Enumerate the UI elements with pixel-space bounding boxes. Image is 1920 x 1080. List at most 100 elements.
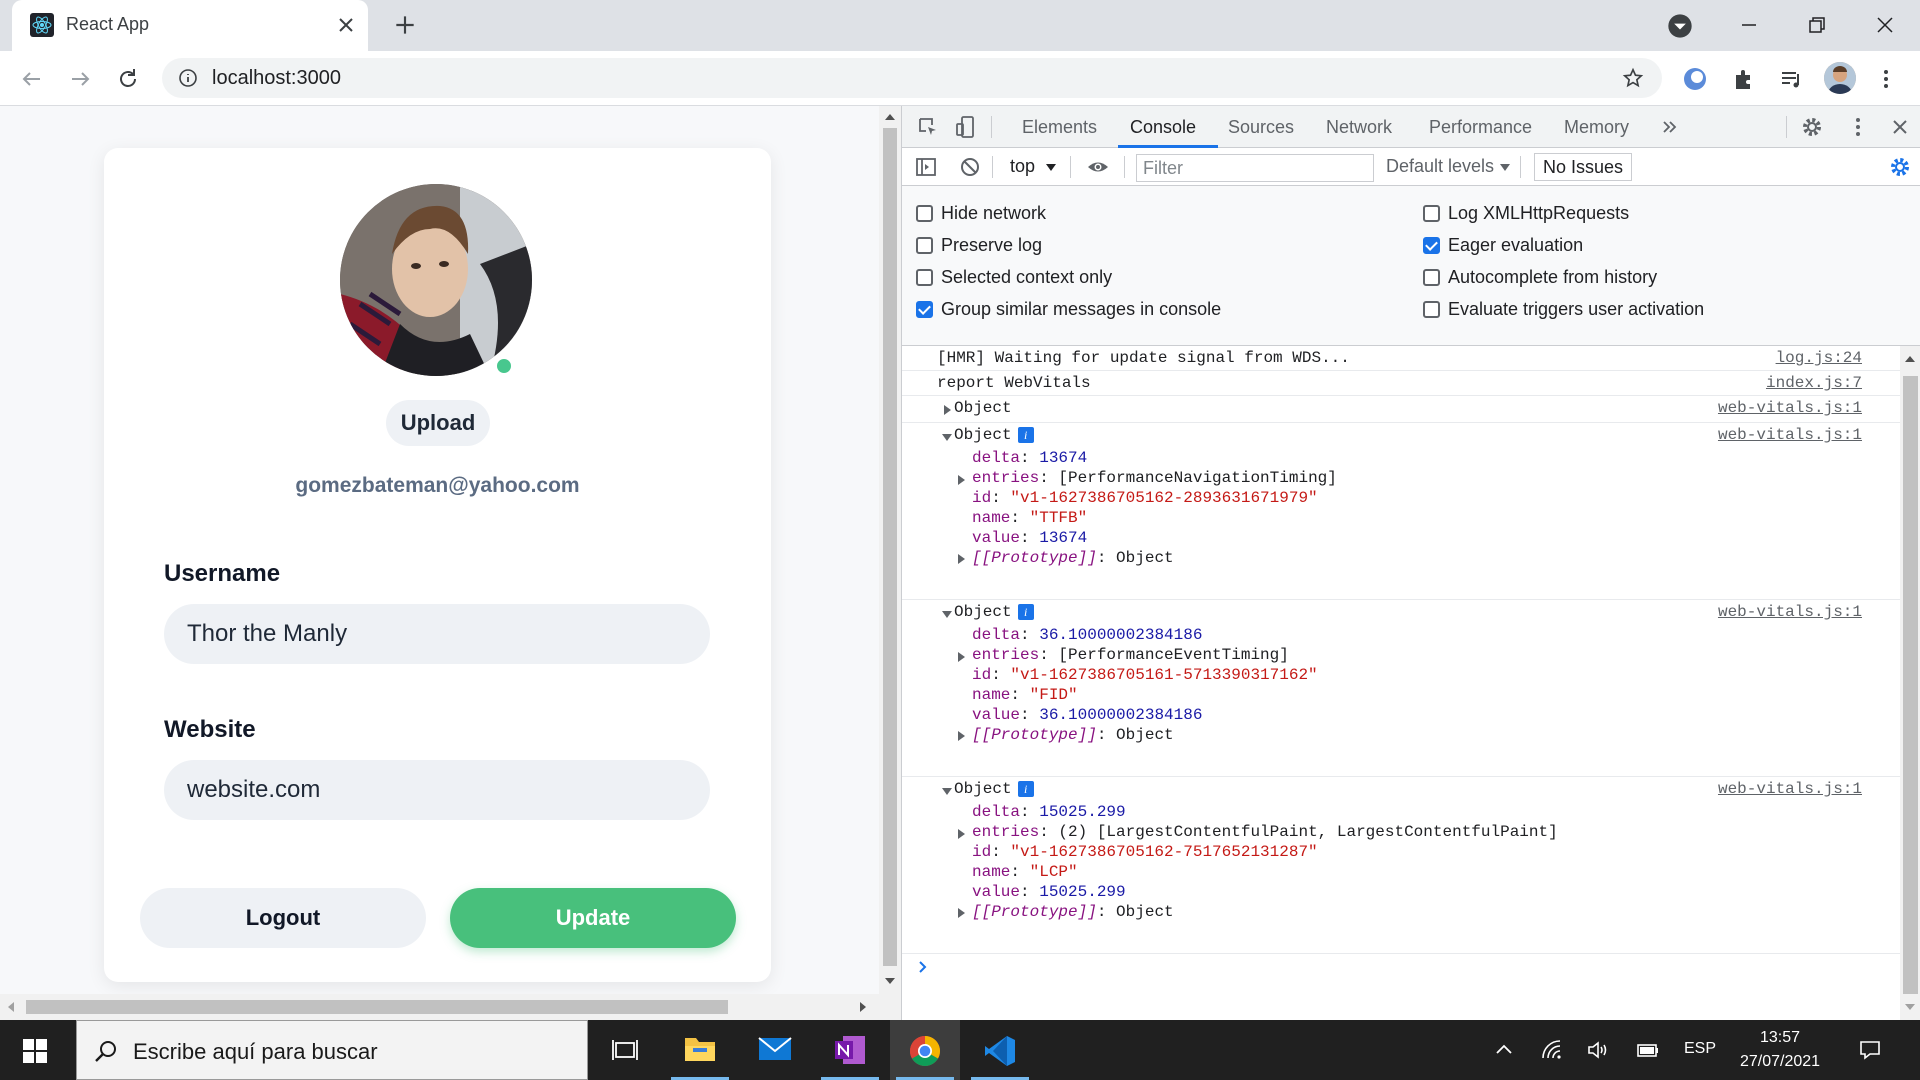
vscode-button[interactable] — [965, 1020, 1035, 1080]
network-wifi-icon[interactable] — [1540, 1038, 1564, 1062]
onenote-button[interactable] — [815, 1020, 885, 1080]
source-link[interactable]: web-vitals.js:1 — [1718, 426, 1862, 444]
bookmark-star-icon[interactable] — [1622, 67, 1644, 89]
prop-prototype[interactable]: [[Prototype]]: Object — [972, 903, 1174, 921]
expand-triangle-icon[interactable] — [958, 829, 965, 839]
live-expression-eye-icon[interactable] — [1086, 155, 1110, 179]
logout-button[interactable]: Logout — [140, 888, 426, 948]
scroll-up-arrow-icon[interactable] — [1905, 356, 1915, 362]
prop-prototype[interactable]: [[Prototype]]: Object — [972, 726, 1174, 744]
context-selector[interactable]: top — [1010, 156, 1035, 177]
tab-performance[interactable]: Performance — [1429, 117, 1532, 138]
collapse-triangle-icon[interactable] — [942, 788, 952, 795]
page-vertical-scrollbar[interactable] — [879, 106, 901, 1020]
tab-sources[interactable]: Sources — [1228, 117, 1294, 138]
close-devtools-icon[interactable] — [1888, 115, 1912, 139]
source-link[interactable]: web-vitals.js:1 — [1718, 399, 1862, 417]
checkbox-checked[interactable] — [916, 301, 933, 318]
expand-triangle-icon[interactable] — [958, 908, 965, 918]
console-filter-input[interactable]: Filter — [1136, 154, 1374, 182]
collapse-triangle-icon[interactable] — [942, 611, 952, 618]
reload-icon[interactable] — [114, 65, 142, 93]
scroll-left-arrow-icon[interactable] — [8, 1002, 14, 1012]
checkbox[interactable] — [1423, 269, 1440, 286]
tab-elements[interactable]: Elements — [1022, 117, 1097, 138]
info-icon[interactable] — [178, 68, 198, 88]
new-tab-icon[interactable] — [392, 12, 418, 38]
prop-entries[interactable]: entries: [PerformanceEventTiming] — [972, 646, 1289, 664]
devtools-settings-gear-icon[interactable] — [1800, 115, 1824, 139]
console-prompt[interactable] — [916, 954, 1896, 980]
source-link[interactable]: index.js:7 — [1766, 374, 1862, 392]
tab-network[interactable]: Network — [1326, 117, 1392, 138]
tab-search-icon[interactable] — [1666, 12, 1694, 40]
battery-icon[interactable] — [1636, 1038, 1660, 1062]
upload-button[interactable]: Upload — [386, 400, 490, 446]
prop-entries[interactable]: entries: [PerformanceNavigationTiming] — [972, 469, 1337, 487]
scroll-up-arrow-icon[interactable] — [885, 114, 895, 120]
file-explorer-button[interactable] — [665, 1020, 735, 1080]
input-language[interactable]: ESP — [1684, 1040, 1716, 1058]
info-badge-icon[interactable]: i — [1017, 780, 1034, 797]
clear-console-icon[interactable] — [958, 155, 982, 179]
console-object-collapsed[interactable]: Object web-vitals.js:1 — [902, 396, 1900, 423]
username-input[interactable]: Thor the Manly — [164, 604, 710, 664]
scrollbar-thumb[interactable] — [26, 1000, 728, 1014]
context-dropdown-icon[interactable] — [1046, 164, 1056, 171]
system-clock[interactable]: 13:57 27/07/2021 — [1720, 1026, 1840, 1074]
taskbar-search-box[interactable]: Escribe aquí para buscar — [76, 1020, 588, 1080]
sidebar-toggle-icon[interactable] — [914, 155, 938, 179]
chrome-menu-icon[interactable] — [1872, 65, 1900, 93]
media-control-icon[interactable] — [1778, 65, 1806, 93]
scrollbar-thumb[interactable] — [1903, 376, 1918, 994]
extensions-puzzle-icon[interactable] — [1730, 65, 1758, 93]
checkbox-checked[interactable] — [1423, 237, 1440, 254]
extension-circle-icon[interactable] — [1681, 65, 1709, 93]
console-settings-gear-icon[interactable] — [1888, 155, 1912, 179]
levels-dropdown-icon[interactable] — [1500, 164, 1510, 171]
expand-triangle-icon[interactable] — [944, 405, 951, 415]
prop-entries[interactable]: entries: (2) [LargestContentfulPaint, La… — [972, 823, 1558, 841]
info-badge-icon[interactable]: i — [1017, 426, 1034, 443]
inspect-element-icon[interactable] — [916, 115, 940, 139]
log-levels-dropdown[interactable]: Default levels — [1386, 156, 1494, 177]
back-icon[interactable] — [18, 65, 46, 93]
task-view-button[interactable] — [590, 1020, 660, 1080]
scroll-down-arrow-icon[interactable] — [885, 978, 895, 984]
profile-avatar[interactable] — [1824, 62, 1856, 94]
info-badge-icon[interactable]: i — [1017, 603, 1034, 620]
mail-button[interactable] — [740, 1020, 810, 1080]
tab-console[interactable]: Console — [1130, 117, 1196, 138]
collapse-triangle-icon[interactable] — [942, 434, 952, 441]
update-button[interactable]: Update — [450, 888, 736, 948]
windows-start-icon[interactable] — [22, 1038, 48, 1064]
action-center-icon[interactable] — [1858, 1038, 1882, 1062]
source-link[interactable]: web-vitals.js:1 — [1718, 780, 1862, 798]
minimize-icon[interactable] — [1734, 10, 1764, 40]
prop-prototype[interactable]: [[Prototype]]: Object — [972, 549, 1174, 567]
close-tab-icon[interactable] — [334, 13, 358, 37]
checkbox[interactable] — [916, 205, 933, 222]
source-link[interactable]: web-vitals.js:1 — [1718, 603, 1862, 621]
expand-triangle-icon[interactable] — [958, 475, 965, 485]
checkbox[interactable] — [1423, 205, 1440, 222]
checkbox[interactable] — [916, 237, 933, 254]
show-hidden-icons-chevron[interactable] — [1492, 1038, 1516, 1062]
tab-memory[interactable]: Memory — [1564, 117, 1629, 138]
chrome-button[interactable] — [890, 1020, 960, 1080]
issues-button[interactable]: No Issues — [1534, 153, 1632, 181]
expand-triangle-icon[interactable] — [958, 652, 965, 662]
checkbox[interactable] — [1423, 301, 1440, 318]
expand-triangle-icon[interactable] — [958, 731, 965, 741]
page-horizontal-scrollbar[interactable] — [0, 994, 879, 1020]
checkbox[interactable] — [916, 269, 933, 286]
console-scrollbar[interactable] — [1900, 346, 1920, 1020]
volume-icon[interactable] — [1586, 1038, 1610, 1062]
restore-icon[interactable] — [1802, 10, 1832, 40]
forward-icon[interactable] — [66, 65, 94, 93]
address-bar[interactable]: localhost:3000 — [162, 58, 1662, 98]
website-input[interactable]: website.com — [164, 760, 710, 820]
close-window-icon[interactable] — [1870, 10, 1900, 40]
scrollbar-thumb[interactable] — [883, 128, 897, 966]
scroll-right-arrow-icon[interactable] — [860, 1002, 866, 1012]
